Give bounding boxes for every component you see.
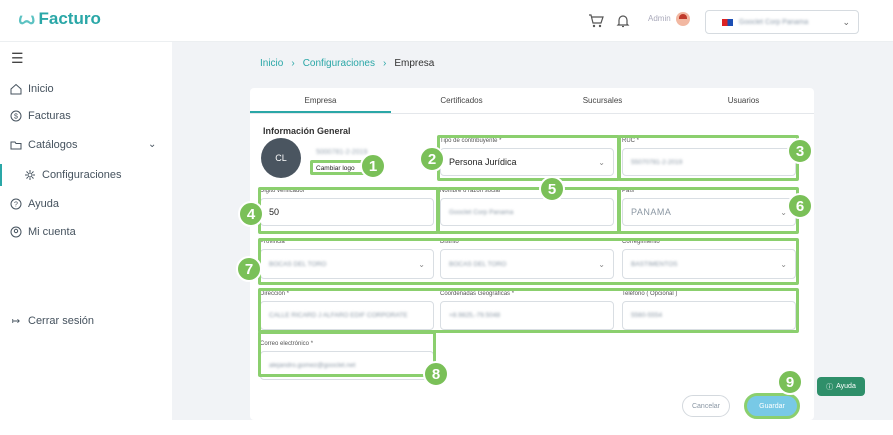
admin-avatar[interactable]	[676, 12, 690, 26]
tab-bar: Empresa Certificados Sucursales Usuarios	[250, 88, 814, 114]
highlight-box-5	[437, 187, 620, 234]
company-select[interactable]: Gooclet Corp Panama ⌄	[705, 10, 859, 34]
section-title: Información General	[263, 126, 351, 136]
sidebar-item-label: Facturas	[28, 110, 71, 122]
breadcrumb: Inicio › Configuraciones › Empresa	[260, 58, 434, 69]
company-logo-avatar: CL	[261, 138, 301, 178]
sidebar-item-label: Ayuda	[28, 198, 59, 210]
logout-button[interactable]: ↦ Cerrar sesión	[10, 312, 94, 330]
breadcrumb-item-inicio[interactable]: Inicio	[260, 58, 283, 69]
chevron-right-icon: ›	[291, 58, 295, 69]
company-name: Gooclet Corp Panama	[739, 18, 809, 26]
active-indicator	[0, 164, 2, 186]
question-icon: ?	[10, 198, 22, 210]
top-header: ꙍ Facturo Admin Gooclet Corp Panama ⌄	[0, 0, 893, 42]
home-icon	[10, 83, 22, 95]
badge-2: 2	[419, 146, 445, 172]
bell-icon[interactable]	[615, 13, 631, 29]
highlight-box-8a	[258, 288, 799, 333]
folder-icon	[10, 141, 22, 150]
breadcrumb-item-empresa: Empresa	[394, 58, 435, 69]
highlight-box-2	[437, 135, 620, 181]
sidebar-item-facturas[interactable]: $ Facturas	[10, 107, 71, 125]
highlight-box-6	[618, 187, 799, 234]
help-float-button[interactable]: ⓘ Ayuda	[817, 377, 865, 396]
hamburger-icon[interactable]: ☰	[11, 50, 24, 67]
svg-text:$: $	[14, 114, 18, 121]
chevron-down-icon[interactable]: ⌄	[148, 139, 156, 150]
panama-flag-icon	[722, 18, 733, 26]
highlight-box-7	[258, 238, 799, 285]
breadcrumb-item-configuraciones[interactable]: Configuraciones	[303, 58, 375, 69]
tab-certificados[interactable]: Certificados	[391, 88, 532, 113]
sidebar-item-label: Configuraciones	[42, 169, 122, 181]
badge-6: 6	[787, 193, 813, 219]
admin-label: Admin	[648, 14, 671, 23]
sidebar-item-ayuda[interactable]: ? Ayuda	[10, 195, 59, 213]
tab-usuarios[interactable]: Usuarios	[673, 88, 814, 113]
badge-1: 1	[360, 153, 386, 179]
bottom-strip	[0, 420, 893, 435]
sidebar-item-mi-cuenta[interactable]: Mi cuenta	[10, 223, 76, 241]
app-logo[interactable]: ꙍ Facturo	[18, 9, 101, 29]
sidebar-item-label: Inicio	[28, 83, 54, 95]
app-root: ꙍ Facturo Admin Gooclet Corp Panama ⌄ ☰ …	[0, 0, 893, 435]
sidebar-item-configuraciones[interactable]: Configuraciones	[24, 166, 122, 184]
help-label: Ayuda	[836, 383, 856, 390]
avatar-initials: CL	[275, 153, 287, 163]
svg-text:?: ?	[14, 202, 18, 209]
logout-label: Cerrar sesión	[28, 315, 95, 327]
cancel-button[interactable]: Cancelar	[682, 395, 730, 417]
sidebar-item-label: Mi cuenta	[28, 226, 76, 238]
sidebar-item-catalogos[interactable]: Catálogos	[10, 136, 78, 154]
tab-sucursales[interactable]: Sucursales	[532, 88, 673, 113]
sidebar-item-label: Catálogos	[28, 139, 78, 151]
sidebar-item-inicio[interactable]: Inicio	[10, 80, 54, 98]
badge-3: 3	[787, 138, 813, 164]
logo-mark-icon: ꙍ	[18, 9, 36, 28]
gear-icon	[25, 170, 35, 180]
sidebar: ☰ Inicio $ Facturas Catálogos ⌄ Configur…	[0, 42, 172, 435]
user-circle-icon	[10, 226, 22, 238]
badge-8: 8	[423, 361, 449, 387]
badge-7: 7	[236, 256, 262, 282]
logo-text: Facturo	[38, 9, 101, 28]
highlight-box-4	[258, 187, 439, 234]
avatar-blur-text: 5000781-2-2019	[316, 149, 368, 156]
question-icon: ⓘ	[826, 383, 834, 391]
tab-empresa[interactable]: Empresa	[250, 88, 391, 113]
logout-icon: ↦	[11, 315, 21, 327]
cart-icon[interactable]	[588, 13, 604, 29]
badge-4: 4	[238, 201, 264, 227]
badge-9: 9	[777, 369, 803, 395]
badge-5: 5	[539, 176, 565, 202]
save-button[interactable]: Guardar	[744, 393, 800, 419]
highlight-box-3	[618, 135, 799, 181]
chevron-down-icon: ⌄	[842, 16, 850, 27]
chevron-right-icon: ›	[382, 58, 387, 69]
highlight-box-8b	[258, 331, 436, 377]
dollar-circle-icon: $	[10, 110, 22, 122]
